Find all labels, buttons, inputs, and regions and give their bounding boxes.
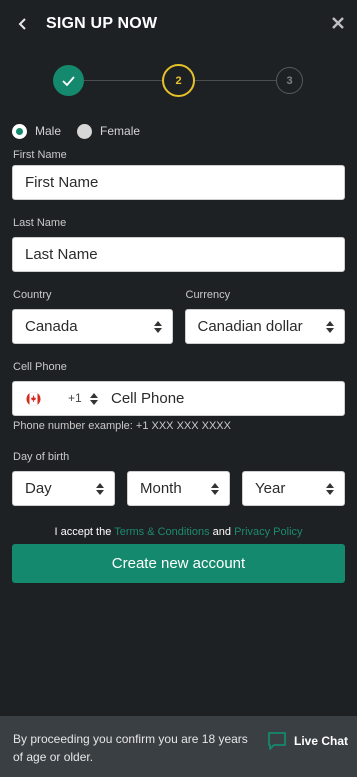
gender-male-radio[interactable]: Male [12, 123, 62, 139]
cell-phone-field: +1 Cell Phone [12, 381, 345, 416]
chevron-left-icon [18, 18, 26, 30]
currency-label: Currency [185, 289, 231, 301]
chat-bubble-icon [268, 732, 286, 750]
create-account-button[interactable]: Create new account [12, 544, 345, 583]
radio-selected-icon [12, 123, 27, 139]
country-value: Canada [25, 318, 78, 335]
terms-text: I accept the Terms & Conditions and Priv… [0, 526, 357, 538]
dob-month-value: Month [140, 480, 182, 497]
terms-and: and [212, 526, 231, 538]
step-connector [195, 80, 276, 81]
select-arrows-icon [211, 483, 219, 495]
gender-female-radio[interactable]: Female [77, 123, 141, 139]
checkmark-icon [62, 75, 75, 86]
select-arrows-icon [326, 483, 334, 495]
dial-code-select[interactable]: +1 [68, 391, 82, 405]
radio-unselected-icon [77, 123, 93, 139]
close-button[interactable] [327, 12, 349, 34]
close-icon [332, 17, 344, 29]
country-select[interactable]: Canada [12, 309, 173, 344]
canada-flag-icon[interactable] [26, 392, 41, 406]
terms-conditions-link[interactable]: Terms & Conditions [114, 526, 209, 538]
back-button[interactable] [0, 0, 46, 48]
dob-month-select[interactable]: Month [127, 471, 230, 506]
last-name-label: Last Name [13, 217, 67, 229]
live-chat-button[interactable]: Live Chat [266, 730, 348, 752]
gender-female-label: Female [100, 124, 141, 138]
footer-bar: By proceeding you confirm you are 18 yea… [0, 716, 357, 777]
gender-male-label: Male [35, 124, 62, 138]
live-chat-label: Live Chat [294, 734, 349, 748]
progress-stepper: 2 3 [0, 48, 357, 114]
dob-day-select[interactable]: Day [12, 471, 115, 506]
cell-phone-input[interactable]: Cell Phone [111, 390, 184, 407]
page-title: SIGN UP NOW [46, 15, 158, 32]
currency-value: Canadian dollar [197, 318, 303, 335]
phone-hint: Phone number example: +1 XXX XXX XXXX [13, 420, 231, 432]
step-3-upcoming: 3 [276, 67, 303, 94]
select-arrows-icon [326, 321, 334, 333]
last-name-input[interactable]: Last Name [12, 237, 345, 272]
dob-year-value: Year [255, 480, 286, 497]
first-name-label: First Name [13, 149, 67, 161]
dob-year-select[interactable]: Year [242, 471, 345, 506]
currency-select[interactable]: Canadian dollar [184, 309, 345, 344]
dob-label: Day of birth [13, 451, 70, 463]
age-notice: By proceeding you confirm you are 18 yea… [13, 732, 248, 764]
select-arrows-icon [96, 483, 104, 495]
select-arrows-icon [153, 321, 162, 333]
header: SIGN UP NOW [0, 0, 357, 48]
terms-prefix: I accept the [54, 526, 112, 538]
step-2-current: 2 [162, 64, 195, 97]
cell-phone-label: Cell Phone [13, 361, 67, 373]
privacy-policy-link[interactable]: Privacy Policy [234, 526, 302, 538]
select-arrows-icon [90, 393, 98, 405]
gender-radio-group: Male Female [0, 114, 357, 148]
first-name-input[interactable]: First Name [12, 165, 345, 200]
step-connector [84, 80, 162, 81]
dob-day-value: Day [25, 480, 52, 497]
country-label: Country [13, 289, 52, 301]
step-1-complete [53, 65, 84, 96]
